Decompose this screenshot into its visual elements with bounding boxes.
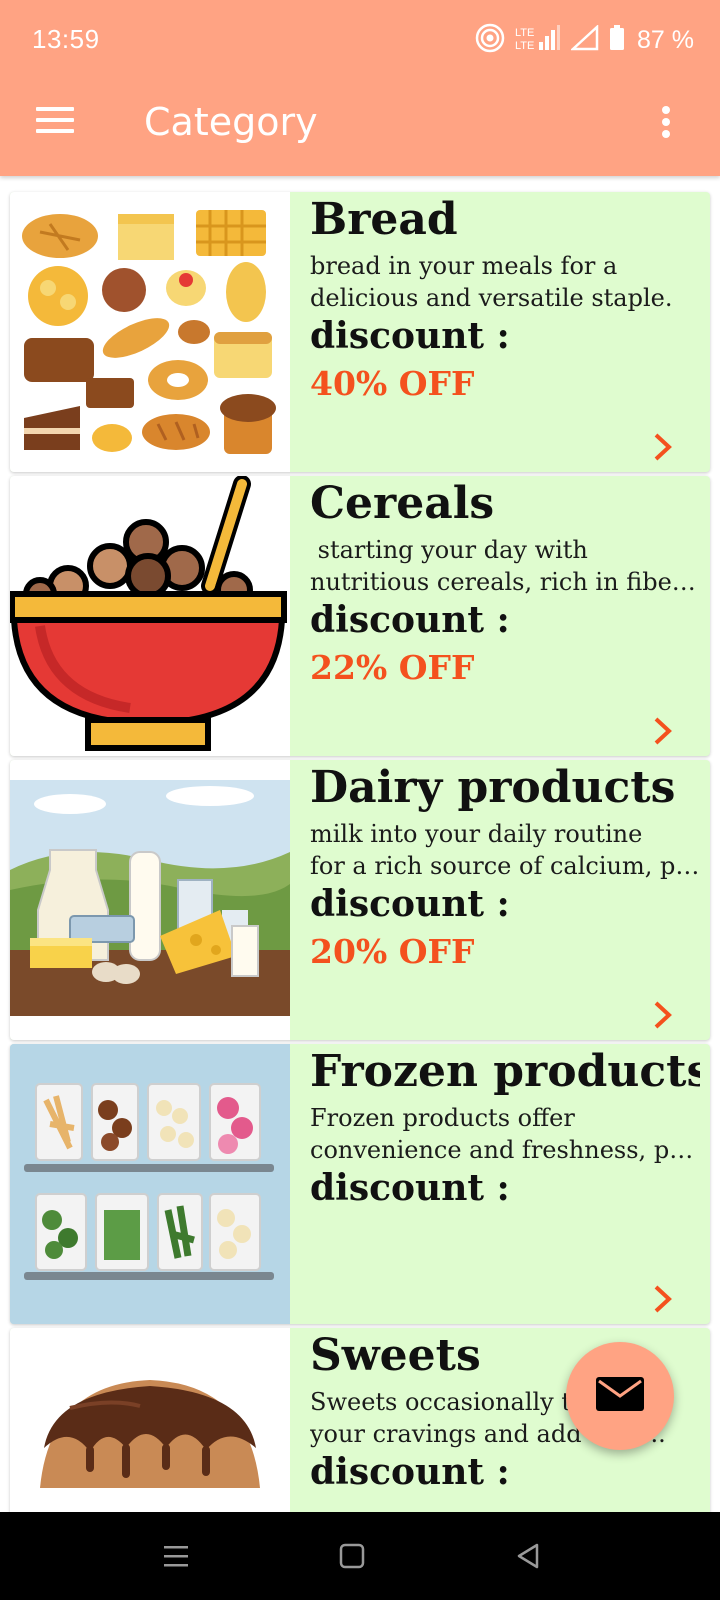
hotspot-icon: [475, 23, 505, 58]
frozen-products-image: [10, 1044, 290, 1324]
bread-image: [10, 192, 290, 472]
category-card-bread[interactable]: Bread bread in your meals for a deliciou…: [10, 192, 710, 472]
app-bar: 13:59 LTE LTE 87 % Category: [0, 0, 720, 176]
category-card-frozen-products[interactable]: Frozen products Frozen products offer co…: [10, 1044, 710, 1324]
discount-label: discount :: [310, 1167, 510, 1209]
category-card-cereals[interactable]: Cereals starting your day with nutritiou…: [10, 476, 710, 756]
lte-signal-icon: LTE LTE: [515, 24, 561, 57]
card-title: Frozen products: [310, 1046, 700, 1097]
chevron-right-icon[interactable]: [650, 1000, 676, 1030]
page-title: Category: [144, 100, 318, 144]
discount-label: discount :: [310, 315, 510, 357]
recents-icon[interactable]: [152, 1532, 200, 1580]
category-card-dairy-products[interactable]: Dairy products milk into your daily rout…: [10, 760, 710, 1040]
email-icon: [595, 1376, 645, 1417]
discount-value: 40% OFF: [310, 364, 475, 403]
system-nav-bar: [0, 1512, 720, 1600]
dairy-products-image: [10, 760, 290, 1040]
chevron-right-icon[interactable]: [650, 432, 676, 462]
category-list[interactable]: Bread bread in your meals for a deliciou…: [0, 176, 720, 1512]
more-vert-icon[interactable]: [646, 98, 686, 146]
card-description: milk into your daily routine for a rich …: [310, 820, 700, 880]
chevron-right-icon[interactable]: [650, 1284, 676, 1314]
sweets-image: [10, 1328, 290, 1512]
status-time: 13:59: [32, 24, 100, 54]
svg-text:LTE: LTE: [515, 27, 534, 39]
card-title: Dairy products: [310, 762, 676, 813]
battery-icon: [609, 24, 625, 56]
card-description: starting your day with nutritious cereal…: [310, 536, 700, 596]
chevron-right-icon[interactable]: [650, 716, 676, 746]
card-title: Bread: [310, 194, 458, 245]
discount-value: 22% OFF: [310, 648, 475, 687]
cereals-image: [10, 476, 290, 756]
card-title: Cereals: [310, 478, 495, 529]
card-description: Frozen products offer convenience and fr…: [310, 1104, 700, 1164]
back-icon[interactable]: [504, 1532, 552, 1580]
discount-label: discount :: [310, 883, 510, 925]
hamburger-menu-icon[interactable]: [28, 96, 84, 144]
home-icon[interactable]: [328, 1532, 376, 1580]
wifi-signal-icon: [569, 23, 599, 56]
card-description: bread in your meals for a delicious and …: [310, 252, 673, 312]
discount-value: 20% OFF: [310, 932, 475, 971]
email-fab-button[interactable]: [566, 1342, 674, 1450]
discount-label: discount :: [310, 599, 510, 641]
discount-label: discount :: [310, 1451, 510, 1493]
battery-percent: 87 %: [637, 25, 694, 54]
svg-text:LTE: LTE: [515, 40, 534, 52]
status-icons: LTE LTE 87 %: [475, 22, 694, 58]
